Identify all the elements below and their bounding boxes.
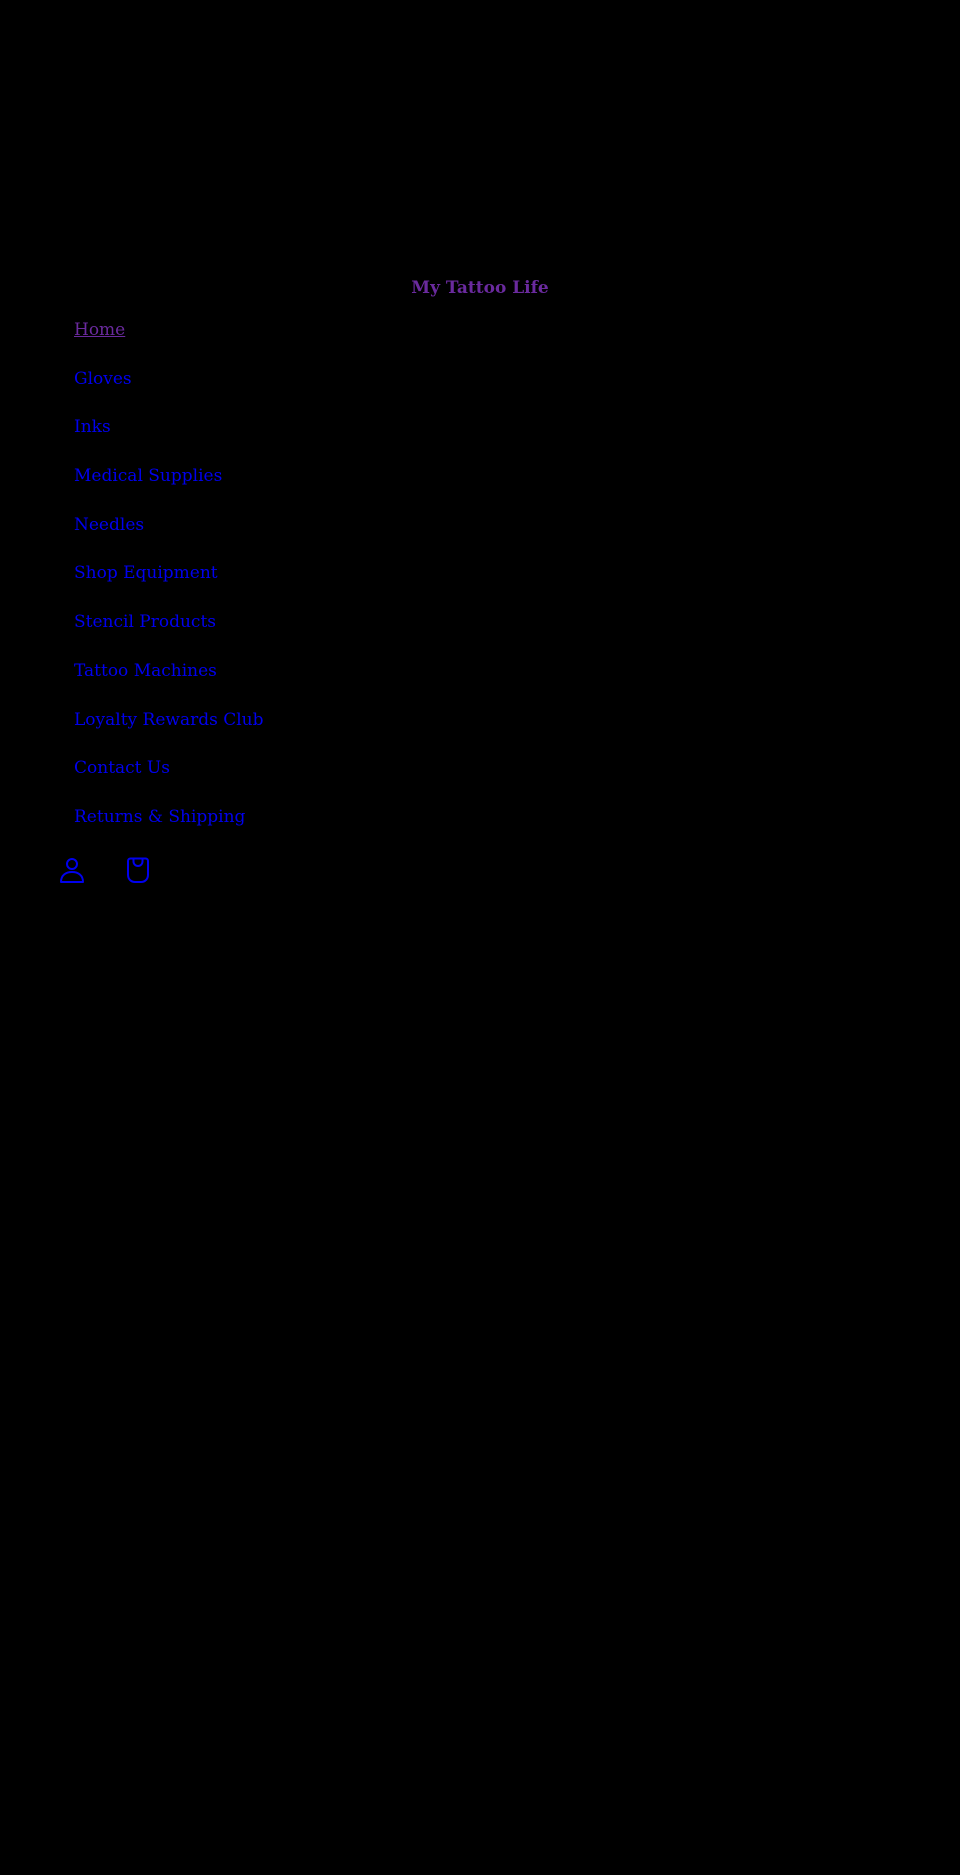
nav-item-medical-supplies: Medical Supplies (74, 464, 264, 513)
nav-link-medical-supplies[interactable]: Medical Supplies (74, 464, 222, 488)
nav-item-returns-shipping: Returns & Shipping (74, 805, 264, 854)
nav-link-contact-us[interactable]: Contact Us (74, 756, 170, 780)
nav-item-tattoo-machines: Tattoo Machines (74, 659, 264, 708)
nav-link-stencil-products[interactable]: Stencil Products (74, 610, 216, 634)
user-icon (60, 858, 84, 883)
main-nav: Home Gloves Inks Medical Supplies Needle… (74, 318, 264, 854)
header-icons (58, 856, 152, 884)
nav-item-contact-us: Contact Us (74, 756, 264, 805)
nav-link-inks[interactable]: Inks (74, 415, 111, 439)
nav-link-tattoo-machines[interactable]: Tattoo Machines (74, 659, 217, 683)
nav-link-gloves[interactable]: Gloves (74, 367, 132, 391)
shopping-bag-icon (127, 857, 149, 883)
nav-item-home: Home (74, 318, 264, 367)
nav-link-returns-shipping[interactable]: Returns & Shipping (74, 805, 245, 829)
nav-link-shop-equipment[interactable]: Shop Equipment (74, 561, 218, 585)
nav-link-loyalty-rewards-club[interactable]: Loyalty Rewards Club (74, 708, 264, 732)
cart-button[interactable] (124, 856, 152, 884)
nav-item-gloves: Gloves (74, 367, 264, 416)
nav-item-needles: Needles (74, 513, 264, 562)
nav-link-needles[interactable]: Needles (74, 513, 144, 537)
nav-link-home[interactable]: Home (74, 318, 125, 342)
nav-item-stencil-products: Stencil Products (74, 610, 264, 659)
nav-item-inks: Inks (74, 415, 264, 464)
account-button[interactable] (58, 856, 86, 884)
nav-item-shop-equipment: Shop Equipment (74, 561, 264, 610)
site-title-link[interactable]: My Tattoo Life (0, 276, 960, 300)
nav-item-loyalty-rewards-club: Loyalty Rewards Club (74, 708, 264, 757)
